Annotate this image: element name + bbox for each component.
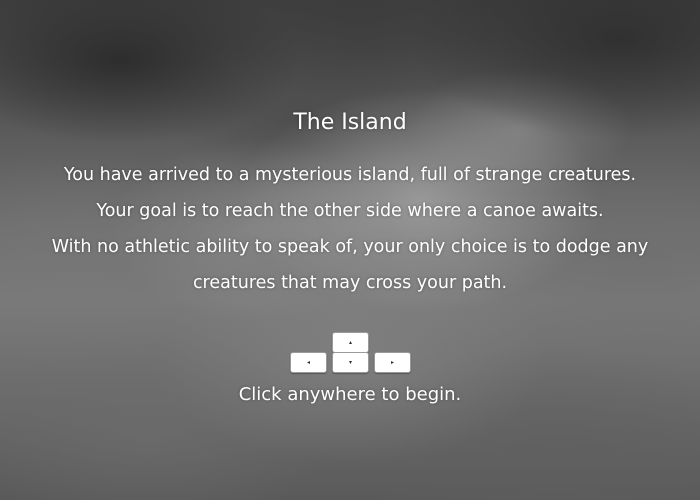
start-prompt: Click anywhere to begin. bbox=[238, 384, 462, 405]
arrow-left-key-icon: ◂ bbox=[290, 352, 327, 373]
arrow-keys-diagram: ▴ ◂ ▾ ▸ bbox=[0, 0, 700, 500]
arrow-down-key-icon: ▾ bbox=[332, 352, 369, 373]
arrow-up-key-icon: ▴ bbox=[332, 332, 369, 353]
arrow-right-key-icon: ▸ bbox=[374, 352, 411, 373]
start-screen[interactable]: The Island You have arrived to a mysteri… bbox=[0, 0, 700, 500]
